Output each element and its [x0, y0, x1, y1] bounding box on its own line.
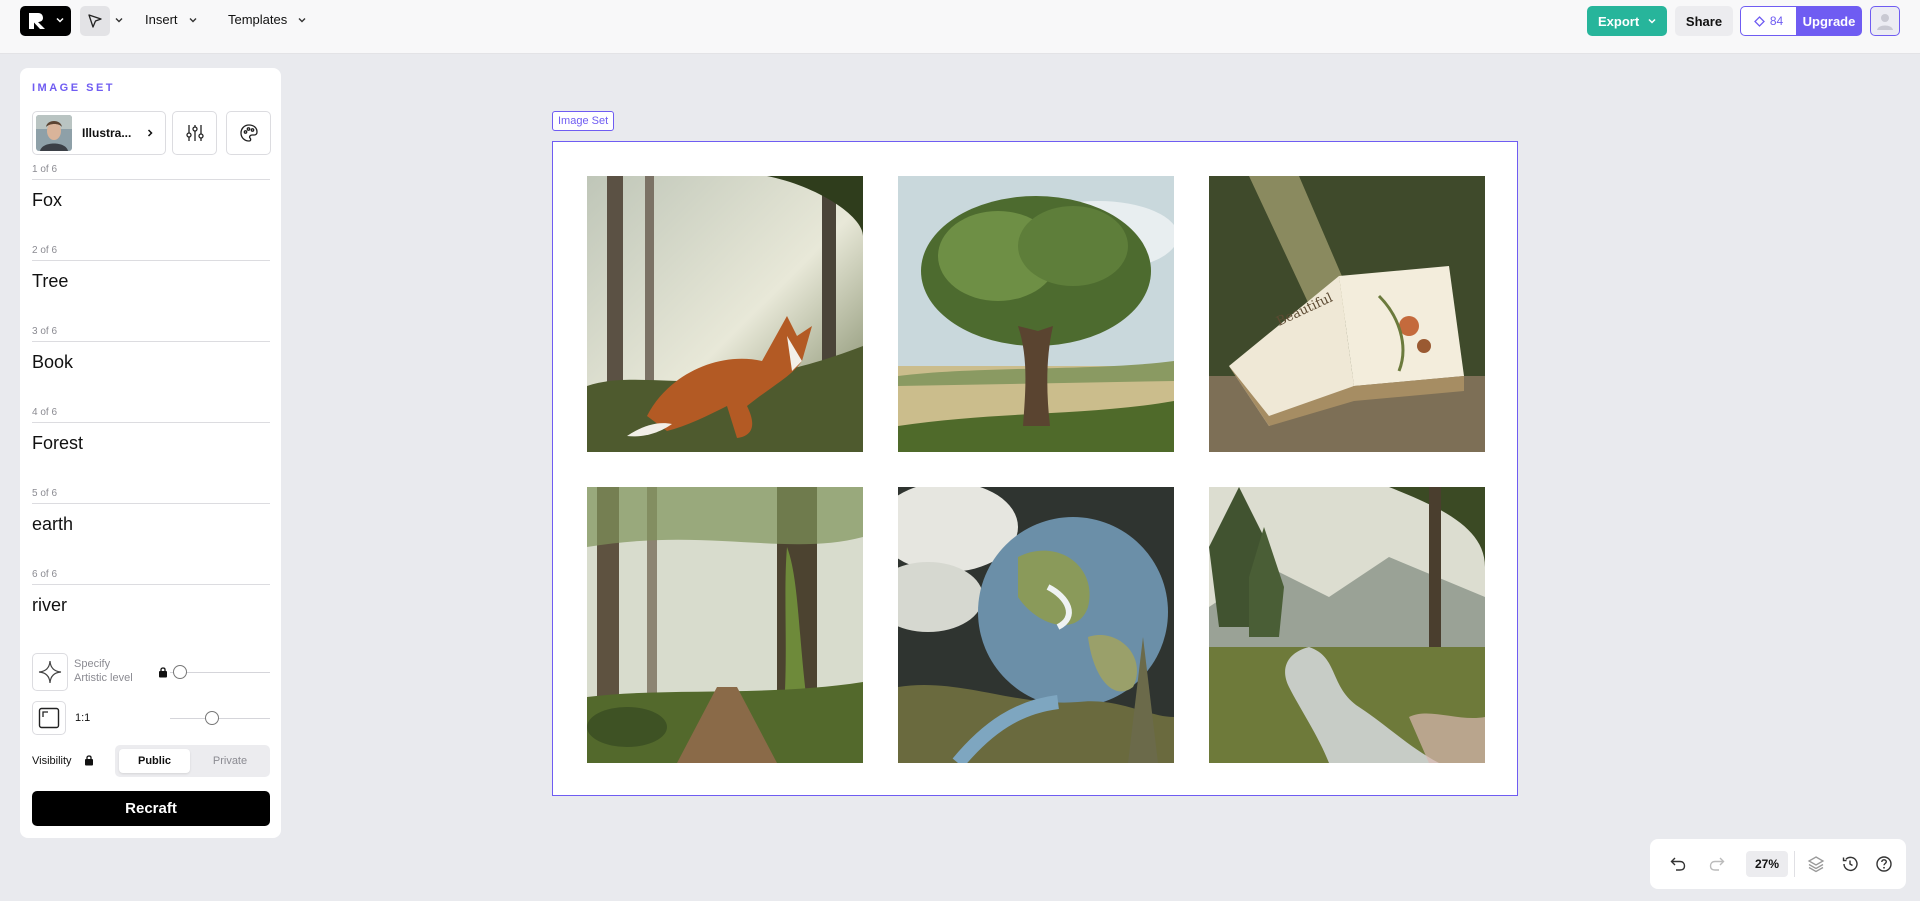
select-tool-button[interactable]: [80, 6, 110, 36]
export-button[interactable]: Export: [1587, 6, 1667, 36]
prompt-item[interactable]: 1 of 6 Fox: [32, 164, 270, 245]
aspect-ratio-thumb[interactable]: [205, 711, 219, 725]
artistic-level-thumb[interactable]: [173, 665, 187, 679]
prompt-counter: 6 of 6: [32, 569, 58, 580]
sparkle-icon: [38, 660, 62, 684]
visibility-label: Visibility: [32, 755, 72, 767]
artistic-label-line1: Specify: [74, 658, 111, 670]
aspect-ratio-row: 1:1: [32, 701, 270, 735]
aspect-ratio-label: 1:1: [75, 712, 91, 724]
prompt-item[interactable]: 6 of 6 river: [32, 569, 270, 650]
lock-icon: [85, 755, 93, 766]
palette-icon: [239, 124, 258, 142]
recraft-button[interactable]: Recraft: [32, 791, 270, 826]
prompt-text[interactable]: Tree: [32, 271, 68, 292]
divider: [32, 422, 270, 423]
chevron-down-icon: [189, 18, 197, 23]
upgrade-button[interactable]: Upgrade: [1796, 6, 1862, 36]
prompt-text[interactable]: Forest: [32, 433, 83, 454]
sliders-icon: [185, 125, 204, 141]
help-icon[interactable]: [1874, 854, 1894, 874]
artistic-level-row: Specify Artistic level: [32, 653, 270, 691]
image-fox[interactable]: [587, 176, 863, 452]
credits-badge[interactable]: 84: [1740, 6, 1796, 36]
prompt-counter: 5 of 6: [32, 488, 58, 499]
diamond-icon: [1753, 15, 1765, 27]
prompt-counter: 4 of 6: [32, 407, 58, 418]
layers-icon[interactable]: [1806, 854, 1826, 874]
image-set-panel: IMAGE SET Illustra... 1 of 6 Fox 2 of 6 …: [20, 68, 281, 838]
credits-count: 84: [1769, 14, 1784, 28]
chevron-down-icon: [56, 17, 64, 23]
divider: [32, 179, 270, 180]
user-icon: [1877, 14, 1893, 30]
visibility-toggle[interactable]: Public Private: [115, 745, 270, 777]
insert-label: Insert: [145, 12, 178, 27]
prompt-item[interactable]: 4 of 6 Forest: [32, 407, 270, 488]
style-picker[interactable]: Illustra...: [32, 111, 166, 155]
visibility-public-option[interactable]: Public: [119, 749, 190, 773]
top-toolbar: Insert Templates Export Share 84 Upgrade: [0, 0, 1920, 54]
lock-icon: [159, 667, 167, 678]
image-river[interactable]: [1209, 487, 1485, 763]
image-book[interactable]: Beautiful: [1209, 176, 1485, 452]
image-set-frame[interactable]: Beautiful: [552, 141, 1518, 796]
aspect-ratio-icon: [38, 707, 60, 729]
color-palette-button[interactable]: [226, 111, 271, 155]
artistic-level-label: Specify Artistic level: [74, 657, 133, 685]
image-tree[interactable]: [898, 176, 1174, 452]
settings-button[interactable]: [172, 111, 217, 155]
artistic-label-line2: Artistic level: [74, 672, 133, 684]
export-label: Export: [1598, 13, 1640, 29]
prompt-list: 1 of 6 Fox 2 of 6 Tree 3 of 6 Book 4 of …: [32, 164, 270, 650]
cursor-icon: [88, 14, 102, 28]
prompt-counter: 1 of 6: [32, 164, 58, 175]
visibility-row: Visibility Public Private: [32, 745, 270, 777]
templates-menu[interactable]: Templates: [228, 12, 307, 27]
insert-menu[interactable]: Insert: [145, 12, 198, 27]
visibility-private-option[interactable]: Private: [194, 749, 266, 773]
divider: [1794, 851, 1795, 877]
image-earth[interactable]: [898, 487, 1174, 763]
prompt-item[interactable]: 3 of 6 Book: [32, 326, 270, 407]
divider: [32, 341, 270, 342]
divider: [32, 584, 270, 585]
chevron-right-icon: [147, 129, 153, 137]
image-forest[interactable]: [587, 487, 863, 763]
share-button[interactable]: Share: [1675, 6, 1733, 36]
app-menu-button[interactable]: [20, 6, 71, 36]
recraft-logo-icon: [29, 13, 45, 29]
aspect-ratio-track[interactable]: [170, 718, 270, 719]
prompt-text[interactable]: river: [32, 595, 67, 616]
chevron-down-icon[interactable]: [114, 15, 124, 25]
prompt-text[interactable]: Fox: [32, 190, 62, 211]
history-icon[interactable]: [1840, 854, 1860, 874]
panel-title: IMAGE SET: [32, 82, 116, 94]
chevron-down-icon: [298, 18, 306, 23]
prompt-text[interactable]: earth: [32, 514, 73, 535]
zoom-level[interactable]: 27%: [1746, 851, 1788, 877]
prompt-text[interactable]: Book: [32, 352, 73, 373]
divider: [32, 503, 270, 504]
aspect-ratio-button[interactable]: [32, 701, 66, 735]
user-avatar[interactable]: [1870, 6, 1900, 36]
prompt-item[interactable]: 2 of 6 Tree: [32, 245, 270, 326]
style-name: Illustra...: [82, 126, 132, 140]
bottom-toolbar: 27%: [1650, 839, 1906, 889]
undo-icon[interactable]: [1668, 854, 1688, 874]
redo-icon[interactable]: [1707, 854, 1727, 874]
artistic-level-button[interactable]: [32, 653, 68, 691]
templates-label: Templates: [228, 12, 288, 27]
prompt-item[interactable]: 5 of 6 earth: [32, 488, 270, 569]
chevron-down-icon: [1648, 18, 1656, 24]
divider: [32, 260, 270, 261]
style-thumbnail: [36, 115, 72, 151]
prompt-counter: 2 of 6: [32, 245, 58, 256]
frame-label[interactable]: Image Set: [552, 111, 615, 131]
prompt-counter: 3 of 6: [32, 326, 58, 337]
